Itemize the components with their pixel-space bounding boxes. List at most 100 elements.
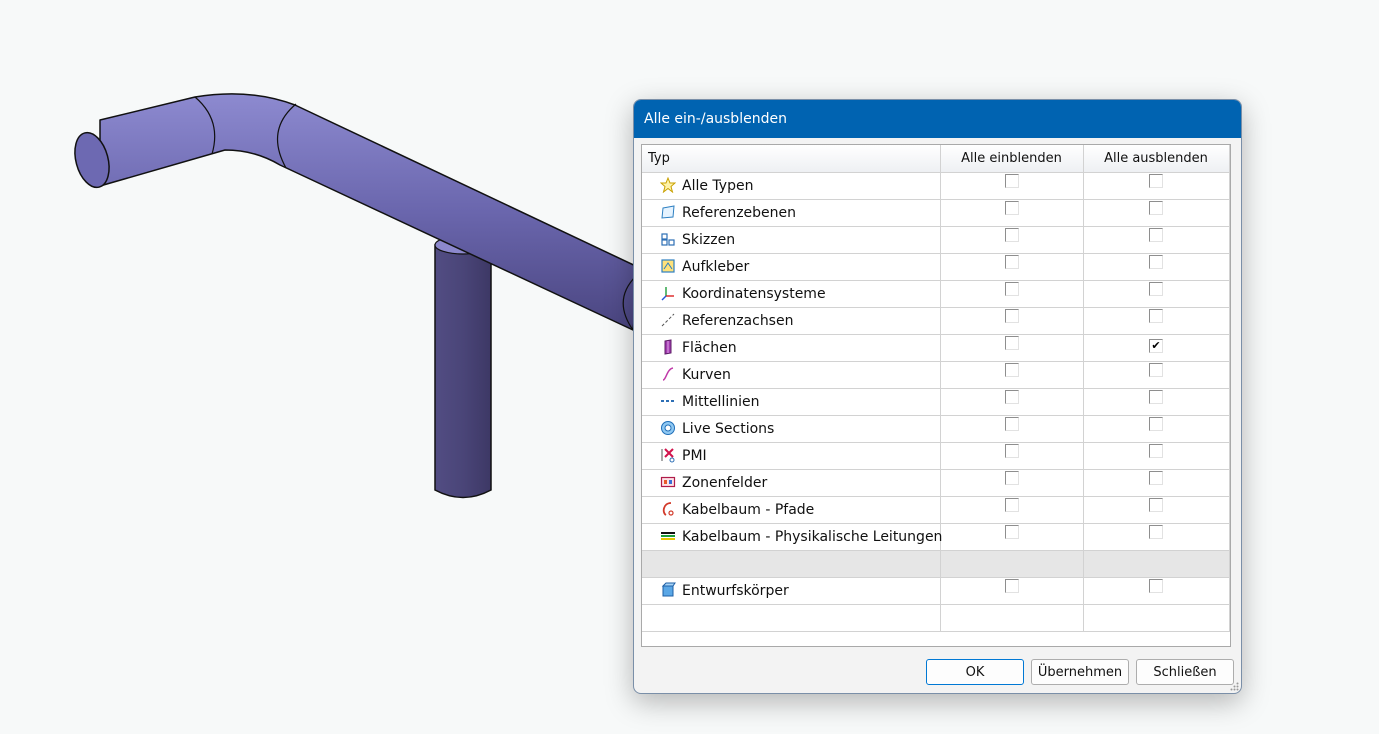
filler-cell [1229, 172, 1230, 200]
table-row-koordinatensysteme[interactable]: Koordinatensysteme [642, 280, 1230, 308]
visibility-table: Typ Alle einblenden Alle ausblenden Alle… [642, 145, 1230, 632]
filler-cell [1229, 226, 1230, 254]
show-checkbox-alle-typen[interactable] [1004, 173, 1019, 188]
hide-checkbox-zonenfelder[interactable] [1149, 470, 1163, 485]
type-label: Kurven [682, 367, 731, 383]
star-icon [660, 177, 676, 193]
vertical-pipe[interactable] [434, 235, 492, 499]
empty-cell [940, 604, 1084, 632]
filler-cell [1229, 199, 1230, 227]
show-checkbox-pmi[interactable] [1004, 443, 1019, 458]
show-checkbox-entwurfskorper[interactable] [1004, 578, 1019, 593]
close-button[interactable]: Schließen [1136, 659, 1234, 685]
hide-checkbox-flachen[interactable]: ✔ [1149, 338, 1163, 353]
table-row-alle-typen[interactable]: Alle Typen [642, 172, 1230, 200]
type-label: Mittellinien [682, 394, 760, 410]
empty-row [642, 604, 1230, 632]
table-row-zonenfelder[interactable]: Zonenfelder [642, 469, 1230, 497]
type-cell-pmi: PMI [642, 442, 941, 470]
centerline-icon [661, 400, 675, 402]
hide-checkbox-kabelbaum-pfade[interactable] [1149, 497, 1163, 512]
table-row-mittellinien[interactable]: Mittellinien [642, 388, 1230, 416]
sketch-icon [661, 233, 675, 246]
hide-checkbox-pmi[interactable] [1149, 443, 1163, 458]
hide-checkbox-skizzen[interactable] [1149, 227, 1163, 242]
show-checkbox-kabelbaum-physikalische-leitungen-cell [940, 523, 1084, 551]
curve-icon [662, 367, 674, 381]
table-row-kabelbaum-pfade[interactable]: Kabelbaum - Pfade [642, 496, 1230, 524]
type-cell-entwurfskorper: Entwurfskörper [642, 577, 941, 605]
surface-icon [664, 339, 672, 355]
hide-checkbox-kurven[interactable] [1149, 362, 1163, 377]
show-checkbox-koordinatensysteme[interactable] [1004, 281, 1019, 296]
hide-checkbox-entwurfskorper[interactable] [1149, 578, 1163, 593]
show-checkbox-kabelbaum-pfade[interactable] [1004, 497, 1019, 512]
table-row-kabelbaum-physikalische-leitungen[interactable]: Kabelbaum - Physikalische Leitungen [642, 523, 1230, 551]
show-checkbox-referenzachsen[interactable] [1004, 308, 1019, 323]
type-cell-referenzebenen: Referenzebenen [642, 199, 941, 227]
type-cell-kabelbaum-physikalische-leitungen: Kabelbaum - Physikalische Leitungen [642, 523, 942, 551]
hide-checkbox-koordinatensysteme-cell [1083, 280, 1230, 308]
show-checkbox-skizzen-cell [940, 226, 1084, 254]
bent-pipe[interactable] [69, 93, 641, 331]
hide-checkbox-koordinatensysteme[interactable] [1149, 281, 1163, 296]
show-checkbox-referenzachsen-cell [940, 307, 1084, 335]
hide-checkbox-aufkleber-cell [1083, 253, 1230, 281]
table-row-skizzen[interactable]: Skizzen [642, 226, 1230, 254]
hide-checkbox-mittellinien[interactable] [1149, 389, 1163, 404]
hide-checkbox-referenzachsen[interactable] [1149, 308, 1163, 323]
hide-checkbox-referenzebenen[interactable] [1149, 200, 1163, 215]
table-row-pmi[interactable]: PMI [642, 442, 1230, 470]
column-header-type[interactable]: Typ [642, 145, 941, 173]
button-bar: OK Übernehmen Schließen [926, 659, 1234, 685]
hide-checkbox-alle-typen[interactable] [1149, 173, 1163, 188]
show-checkbox-koordinatensysteme-cell [940, 280, 1084, 308]
show-checkbox-pmi-cell [940, 442, 1084, 470]
show-checkbox-kabelbaum-physikalische-leitungen[interactable] [1004, 524, 1019, 539]
column-header-show-all[interactable]: Alle einblenden [940, 145, 1084, 173]
show-checkbox-skizzen[interactable] [1004, 227, 1019, 242]
hide-checkbox-referenzachsen-cell [1083, 307, 1230, 335]
show-checkbox-zonenfelder[interactable] [1004, 470, 1019, 485]
dialog-title: Alle ein-/ausblenden [634, 100, 1241, 138]
separator-cell [940, 550, 1084, 578]
hide-checkbox-live-sections[interactable] [1149, 416, 1163, 431]
type-label: Kabelbaum - Pfade [682, 502, 815, 518]
hide-checkbox-mittellinien-cell [1083, 388, 1230, 416]
show-checkbox-live-sections[interactable] [1004, 416, 1019, 431]
show-checkbox-mittellinien[interactable] [1004, 389, 1019, 404]
filler-cell [1229, 334, 1230, 362]
show-checkbox-kurven[interactable] [1004, 362, 1019, 377]
table-row-entwurfskorper[interactable]: Entwurfskörper [642, 577, 1230, 605]
coordinate-system-icon [661, 287, 674, 301]
table-row-kurven[interactable]: Kurven [642, 361, 1230, 389]
show-checkbox-kurven-cell [940, 361, 1084, 389]
show-checkbox-zonenfelder-cell [940, 469, 1084, 497]
table-row-aufkleber[interactable]: Aufkleber [642, 253, 1230, 281]
type-cell-alle-typen: Alle Typen [642, 172, 941, 200]
column-header-filler [1229, 145, 1230, 173]
hide-checkbox-aufkleber[interactable] [1149, 254, 1163, 269]
filler-cell [1229, 442, 1230, 470]
type-cell-zonenfelder: Zonenfelder [642, 469, 941, 497]
column-header-hide-all[interactable]: Alle ausblenden [1083, 145, 1230, 173]
pipe-model[interactable] [69, 93, 641, 499]
show-checkbox-flachen[interactable] [1004, 335, 1019, 350]
hide-checkbox-kabelbaum-pfade-cell [1083, 496, 1230, 524]
design-body-icon [661, 582, 676, 597]
pmi-icon [661, 448, 675, 463]
table-row-flachen[interactable]: Flächen ✔ [642, 334, 1230, 362]
table-row-referenzachsen[interactable]: Referenzachsen [642, 307, 1230, 335]
table-row-referenzebenen[interactable]: Referenzebenen [642, 199, 1230, 227]
show-checkbox-referenzebenen[interactable] [1004, 200, 1019, 215]
type-cell-kurven: Kurven [642, 361, 941, 389]
ok-button[interactable]: OK [926, 659, 1024, 685]
separator-cell [1229, 550, 1230, 578]
type-cell-mittellinien: Mittellinien [642, 388, 941, 416]
resize-grip-icon[interactable] [1230, 682, 1239, 691]
table-row-live-sections[interactable]: Live Sections [642, 415, 1230, 443]
hide-checkbox-kabelbaum-physikalische-leitungen[interactable] [1149, 524, 1163, 539]
filler-cell [1229, 415, 1230, 443]
apply-button[interactable]: Übernehmen [1031, 659, 1129, 685]
show-checkbox-aufkleber[interactable] [1004, 254, 1019, 269]
